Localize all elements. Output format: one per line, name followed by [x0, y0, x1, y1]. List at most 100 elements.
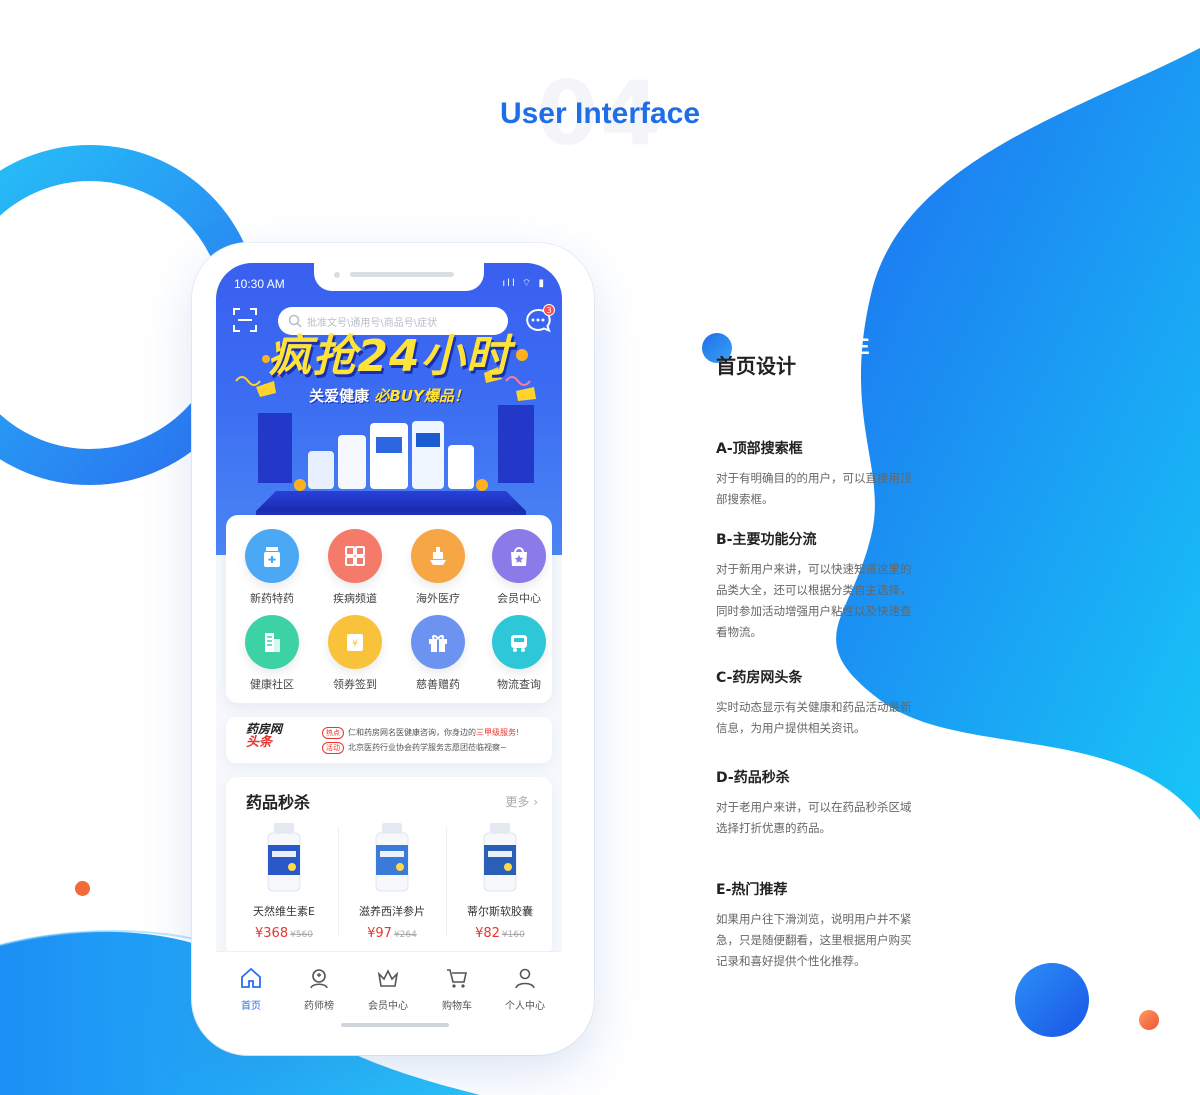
feature-desc: 如果用户往下滑浏览，说明用户并不紧急，只是随便翻看，这里根据用户购买记录和喜好提… [716, 912, 912, 968]
home-indicator [341, 1023, 449, 1027]
tab-label: 会员中心 [368, 1001, 408, 1012]
home-icon [241, 967, 261, 988]
feature-c: C-药房网头条 实时动态显示有关健康和药品活动最新信息，为用户提供相关资讯。 [716, 667, 916, 739]
tab-item[interactable]: 药师榜 [289, 966, 349, 1012]
medicine-bottle-icon [245, 529, 299, 583]
feature-a: A-顶部搜索框 对于有明确目的的用户，可以直接用顶部搜索框。 [716, 438, 916, 510]
gift-icon [411, 615, 465, 669]
truck-icon [492, 615, 546, 669]
feature-title: E-热门推荐 [716, 882, 788, 898]
message-badge: 3 [543, 304, 555, 316]
news-logo: 药房网 头条 [246, 723, 290, 749]
quick-menu: 新药特药 疾病频道 海外医疗 会员中心 健康社区 ¥ 领券签到 慈善赠药 物流查询 [226, 515, 552, 703]
product-price-row: ¥97 ¥264 [338, 922, 446, 941]
feature-desc: 对于新用户来讲，可以快速知道这里的品类大全，还可以根据分类自主选择，同时参加活动… [716, 562, 912, 639]
feature-desc: 对于有明确目的的用户，可以直接用顶部搜索框。 [716, 471, 912, 506]
tab-item[interactable]: 首页 [221, 966, 281, 1012]
search-icon [288, 314, 302, 328]
section-title: User Interface [499, 97, 701, 130]
product-bottle-image [375, 823, 409, 892]
orange-dot-right [1139, 1010, 1159, 1030]
quick-menu-label: 海外医疗 [416, 592, 460, 605]
news-ticker[interactable]: 药房网 头条 热点 仁和药房网名医健康咨询，你身边的三甲级服务! 活动 北京医药行业… [226, 717, 552, 763]
tab-item[interactable]: 个人中心 [495, 966, 555, 1012]
tab-item[interactable]: 会员中心 [358, 966, 418, 1012]
promo-sub-b: 必BUY爆品！ [374, 387, 469, 405]
grid-icon [328, 529, 382, 583]
feature-title: C-药房网头条 [716, 670, 803, 686]
tab-label: 首页 [241, 1001, 261, 1012]
feature-title: B-主要功能分流 [716, 532, 817, 548]
ship-icon [411, 529, 465, 583]
product-price: ¥368 [255, 926, 289, 941]
blue-orb [1015, 963, 1089, 1037]
product-card[interactable]: 蒂尔斯软胶囊 ¥82 ¥160 [446, 821, 554, 941]
coupon-icon: ¥ [328, 615, 382, 669]
product-divider [338, 827, 339, 937]
quick-menu-item[interactable]: 物流查询 [479, 615, 559, 692]
flash-sale: 药品秒杀 更多 › 天然维生素E ¥368 ¥560 滋养西洋参片 ¥97 ¥264 蒂尔斯… [226, 777, 552, 957]
news-highlight: 三甲级服务! [476, 728, 520, 737]
tab-item[interactable]: 购物车 [427, 966, 487, 1012]
news-tag: 活动 [322, 742, 344, 754]
phone-notch [314, 263, 484, 291]
quick-menu-item[interactable]: 会员中心 [479, 529, 559, 606]
product-bottle-image [483, 823, 517, 892]
product-card[interactable]: 滋养西洋参片 ¥97 ¥264 [338, 821, 446, 941]
news-item[interactable]: 热点 仁和药房网名医健康咨询，你身边的三甲级服务! [322, 727, 519, 739]
product-price-row: ¥368 ¥560 [230, 922, 338, 941]
scan-icon[interactable] [232, 307, 258, 333]
feature-desc: 对于老用户来讲，可以在药品秒杀区域选择打折优惠的药品。 [716, 800, 912, 835]
feature-title: A-顶部搜索框 [716, 441, 803, 457]
product-price: ¥82 [475, 926, 500, 941]
promo-subtitle: 关爱健康 必BUY爆品！ [309, 385, 469, 406]
product-bottle-image [267, 823, 301, 892]
tab-bar: 首页 药师榜 会员中心 购物车 个人中心 [216, 951, 562, 1033]
feature-d: D-药品秒杀 对于老用户来讲，可以在药品秒杀区域选择打折优惠的药品。 [716, 767, 916, 839]
status-icons: ıll ⌔ ▮ [502, 278, 546, 289]
crown-icon [377, 969, 399, 987]
quick-menu-label: 慈善赠药 [416, 678, 460, 691]
more-link[interactable]: 更多 › [505, 793, 538, 810]
phone-screen: 10:30 AM ıll ⌔ ▮ 批准文号\通用号\商品号\症状 3 疯抢24小… [216, 263, 562, 1033]
product-original-price: ¥560 [290, 930, 313, 940]
top-banner[interactable]: 10:30 AM ıll ⌔ ▮ 批准文号\通用号\商品号\症状 3 疯抢24小… [216, 263, 562, 555]
status-time: 10:30 AM [234, 277, 285, 291]
product-name: 滋养西洋参片 [359, 905, 425, 918]
quick-menu-item[interactable]: 新药特药 [232, 529, 312, 606]
feature-desc: 实时动态显示有关健康和药品活动最新信息，为用户提供相关资讯。 [716, 700, 912, 735]
promo-title: 疯抢24小时 [267, 331, 511, 382]
news-item[interactable]: 活动 北京医药行业协会药学服务志愿团莅临视察~ [322, 742, 507, 754]
quick-menu-item[interactable]: 慈善赠药 [398, 615, 478, 692]
product-card[interactable]: 天然维生素E ¥368 ¥560 [230, 821, 338, 941]
product-divider [446, 827, 447, 937]
product-name: 蒂尔斯软胶囊 [467, 905, 533, 918]
cart-icon [447, 969, 467, 988]
quick-menu-label: 疾病频道 [333, 592, 377, 605]
quick-menu-label: 领券签到 [333, 678, 377, 691]
news-logo-line1: 药房网 [246, 722, 283, 736]
product-original-price: ¥160 [501, 930, 525, 940]
quick-menu-label: 会员中心 [497, 592, 541, 605]
news-text: 仁和药房网名医健康咨询，你身边的 [348, 728, 476, 737]
svg-text:¥: ¥ [352, 639, 358, 649]
tab-label: 药师榜 [304, 1001, 334, 1012]
building-icon [245, 615, 299, 669]
quick-menu-item[interactable]: 海外医疗 [398, 529, 478, 606]
phone-mockup: 10:30 AM ıll ⌔ ▮ 批准文号\通用号\商品号\症状 3 疯抢24小… [192, 243, 594, 1055]
section-heading-cn: 首页设计 [716, 354, 796, 378]
quick-menu-item[interactable]: 健康社区 [232, 615, 312, 692]
quick-menu-item[interactable]: ¥ 领券签到 [315, 615, 395, 692]
product-price-row: ¥82 ¥160 [446, 922, 554, 941]
orange-dot-left [75, 881, 90, 896]
section-heading: 04 User Interface [0, 70, 1200, 160]
quick-menu-label: 健康社区 [250, 678, 294, 691]
quick-menu-item[interactable]: 疾病频道 [315, 529, 395, 606]
tab-label: 购物车 [442, 1001, 472, 1012]
product-price: ¥97 [367, 926, 392, 941]
news-tag: 热点 [322, 727, 344, 739]
quick-menu-label: 新药特药 [250, 592, 294, 605]
promo-sub-a: 关爱健康 [309, 387, 370, 405]
pharmacist-icon [310, 969, 328, 989]
tab-label: 个人中心 [505, 1001, 545, 1012]
